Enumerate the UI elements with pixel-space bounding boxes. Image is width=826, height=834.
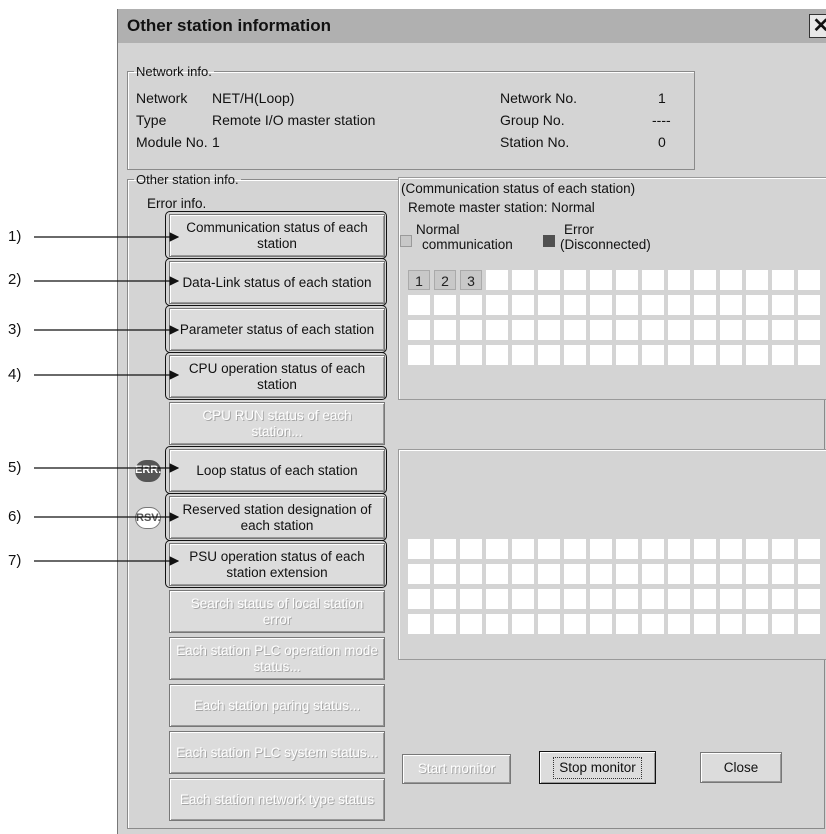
callout-leaders: [34, 232, 180, 566]
